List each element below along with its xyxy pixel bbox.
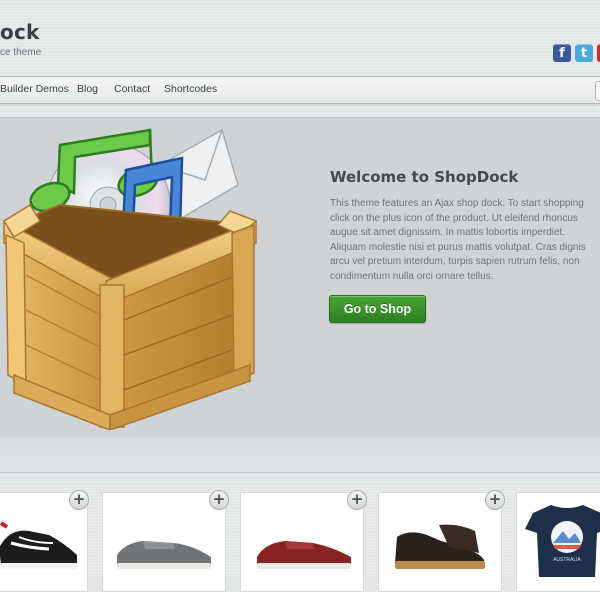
product-card-grey-sneaker[interactable]: + (102, 490, 229, 592)
site-title[interactable]: ock (0, 20, 40, 44)
main-navigation: Builder Demos Blog Contact Shortcodes (0, 76, 600, 104)
hero-text-line: condimentum nulla orci ornare tellus. (330, 270, 494, 282)
hero-title: Welcome to ShopDock (330, 168, 519, 186)
brown-boot-image (395, 524, 485, 569)
add-to-cart-icon[interactable]: + (69, 490, 89, 510)
hero-shadow (0, 437, 600, 477)
hero-description: This theme features an Ajax shop dock. T… (330, 197, 600, 285)
product-card-brown-boot[interactable]: + (378, 490, 505, 592)
twitter-icon[interactable]: t (575, 44, 593, 62)
social-links: f t (553, 44, 600, 62)
add-to-cart-icon[interactable]: + (347, 490, 367, 510)
product-card-navy-tshirt[interactable]: AUSTRALIA + (516, 492, 600, 592)
grey-sneaker-image (117, 541, 211, 569)
hero-text-line: This theme features an Ajax shop dock. T… (330, 198, 584, 209)
music-crate-illustration (2, 128, 258, 430)
tshirt-print-text: AUSTRALIA (553, 557, 581, 563)
search-input[interactable] (595, 81, 600, 101)
go-to-shop-button[interactable]: Go to Shop (329, 295, 426, 323)
add-to-cart-icon[interactable]: + (209, 490, 229, 510)
nav-item-blog[interactable]: Blog (77, 83, 98, 95)
product-card-red-sneaker[interactable]: + (240, 490, 367, 592)
nav-item-shortcodes[interactable]: Shortcodes (164, 83, 217, 95)
section-divider (0, 472, 600, 473)
facebook-icon[interactable]: f (553, 44, 571, 62)
hero-text-line: click on the plus icon of the product. U… (330, 212, 578, 224)
add-to-cart-icon[interactable]: + (485, 490, 505, 510)
wooden-crate-icon (2, 203, 258, 430)
red-sneaker-image (257, 541, 351, 569)
hero-text-line: Aliquam molestie nisi et purus mattis vo… (330, 241, 586, 253)
nav-item-contact[interactable]: Contact (114, 83, 150, 95)
product-card-black-sneaker[interactable]: + (0, 490, 89, 592)
navy-tshirt-image: AUSTRALIA (525, 505, 600, 577)
hero-text-line: arcu vel pretium interdum, turpis sapien… (330, 256, 580, 268)
nav-item-builder-demos[interactable]: Builder Demos (0, 83, 69, 95)
site-tagline: ce theme (0, 47, 42, 58)
hero-text-line: augue sit amet dignissim. In mattis lobo… (330, 227, 566, 239)
